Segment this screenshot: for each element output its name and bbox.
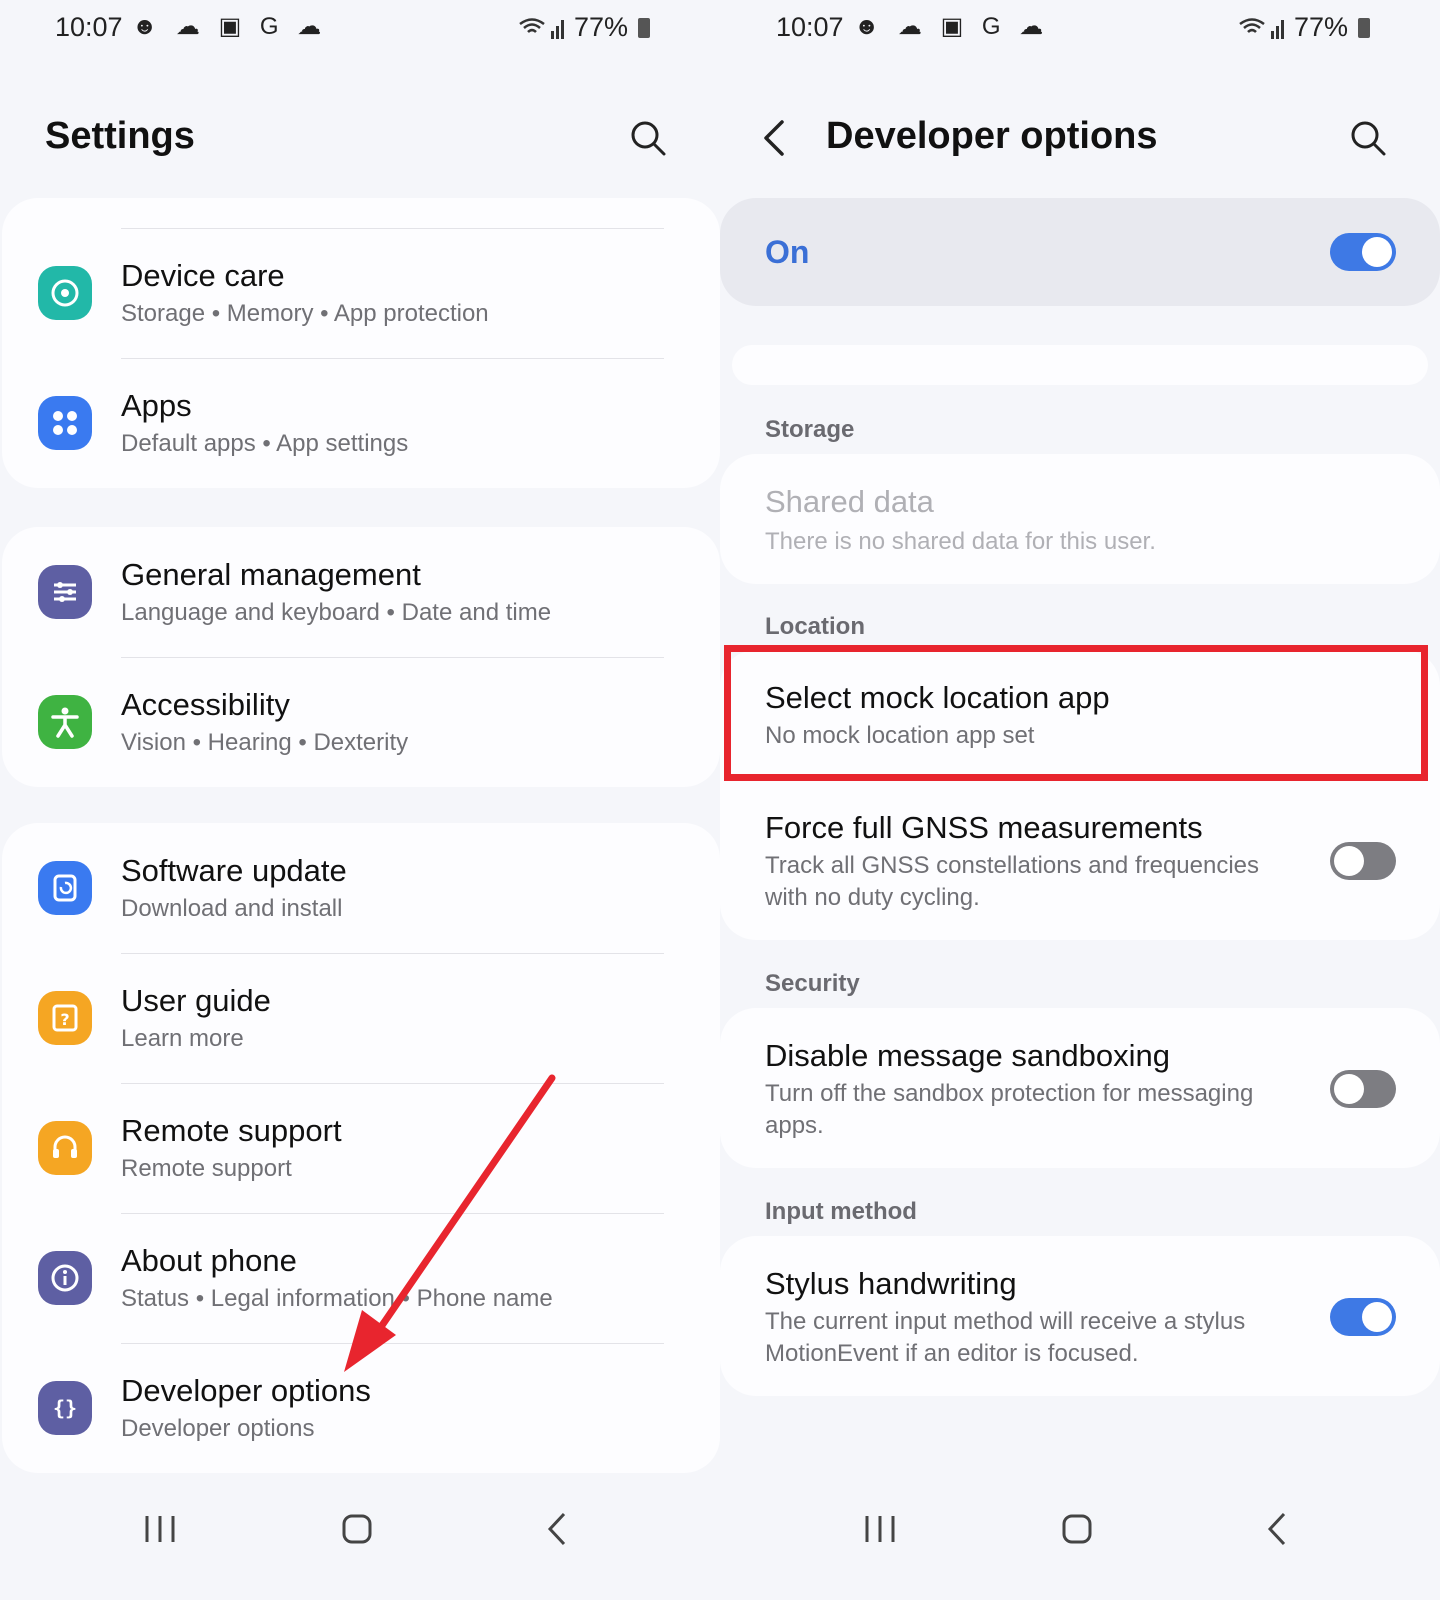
notification-icons: ☻ ☁ ▣ G ☁ <box>854 13 1050 40</box>
section-input-method: Input method <box>765 1198 917 1225</box>
gnss-toggle[interactable] <box>1330 842 1396 880</box>
back-arrow-icon[interactable] <box>756 118 796 158</box>
battery-icon <box>1358 17 1370 38</box>
item-subtitle: The current input method will receive a … <box>765 1308 1246 1367</box>
disable-message-sandboxing[interactable]: Disable message sandboxing Turn off the … <box>720 1008 1440 1168</box>
page-title: Developer options <box>826 115 1158 157</box>
red-highlight-box <box>724 645 1428 781</box>
navigation-bar <box>720 1500 1440 1560</box>
stylus-toggle[interactable] <box>1330 1298 1396 1336</box>
search-icon[interactable] <box>1348 118 1388 158</box>
status-bar: 10:07 ☻ ☁ ▣ G ☁ 77% <box>720 8 1440 48</box>
shared-data-item: Shared data There is no shared data for … <box>720 454 1440 584</box>
master-toggle[interactable] <box>1330 233 1396 271</box>
item-subtitle: Track all GNSS constellations and freque… <box>765 852 1260 911</box>
system-status: 77% <box>1238 12 1370 43</box>
recent-apps-icon[interactable] <box>863 1500 897 1560</box>
developer-options-master-switch[interactable]: On <box>720 198 1440 306</box>
wifi-signal-icon <box>1239 17 1284 39</box>
partial-item <box>732 345 1428 385</box>
home-icon[interactable] <box>1060 1500 1094 1560</box>
master-switch-label: On <box>765 234 810 270</box>
section-security: Security <box>765 970 860 997</box>
status-time: 10:07 <box>776 12 844 42</box>
section-location: Location <box>765 613 865 640</box>
item-subtitle: There is no shared data for this user. <box>765 528 1156 555</box>
item-title: Shared data <box>765 484 934 519</box>
settings-screen: 10:07 ☻ ☁ ▣ G ☁ 77% Settings Device care… <box>0 0 720 1600</box>
item-title: Force full GNSS measurements <box>765 810 1203 845</box>
developer-options-screen: 10:07 ☻ ☁ ▣ G ☁ 77% Developer options On… <box>720 0 1440 1600</box>
stylus-handwriting[interactable]: Stylus handwriting The current input met… <box>720 1236 1440 1396</box>
red-arrow-annotation <box>344 1074 556 1372</box>
back-nav-icon[interactable] <box>1260 1500 1294 1560</box>
section-storage: Storage <box>765 416 855 443</box>
item-title: Disable message sandboxing <box>765 1038 1170 1073</box>
item-title: Stylus handwriting <box>765 1266 1017 1301</box>
item-subtitle: Turn off the sandbox protection for mess… <box>765 1080 1254 1139</box>
sandboxing-toggle[interactable] <box>1330 1070 1396 1108</box>
battery-percent: 77% <box>1293 12 1348 42</box>
